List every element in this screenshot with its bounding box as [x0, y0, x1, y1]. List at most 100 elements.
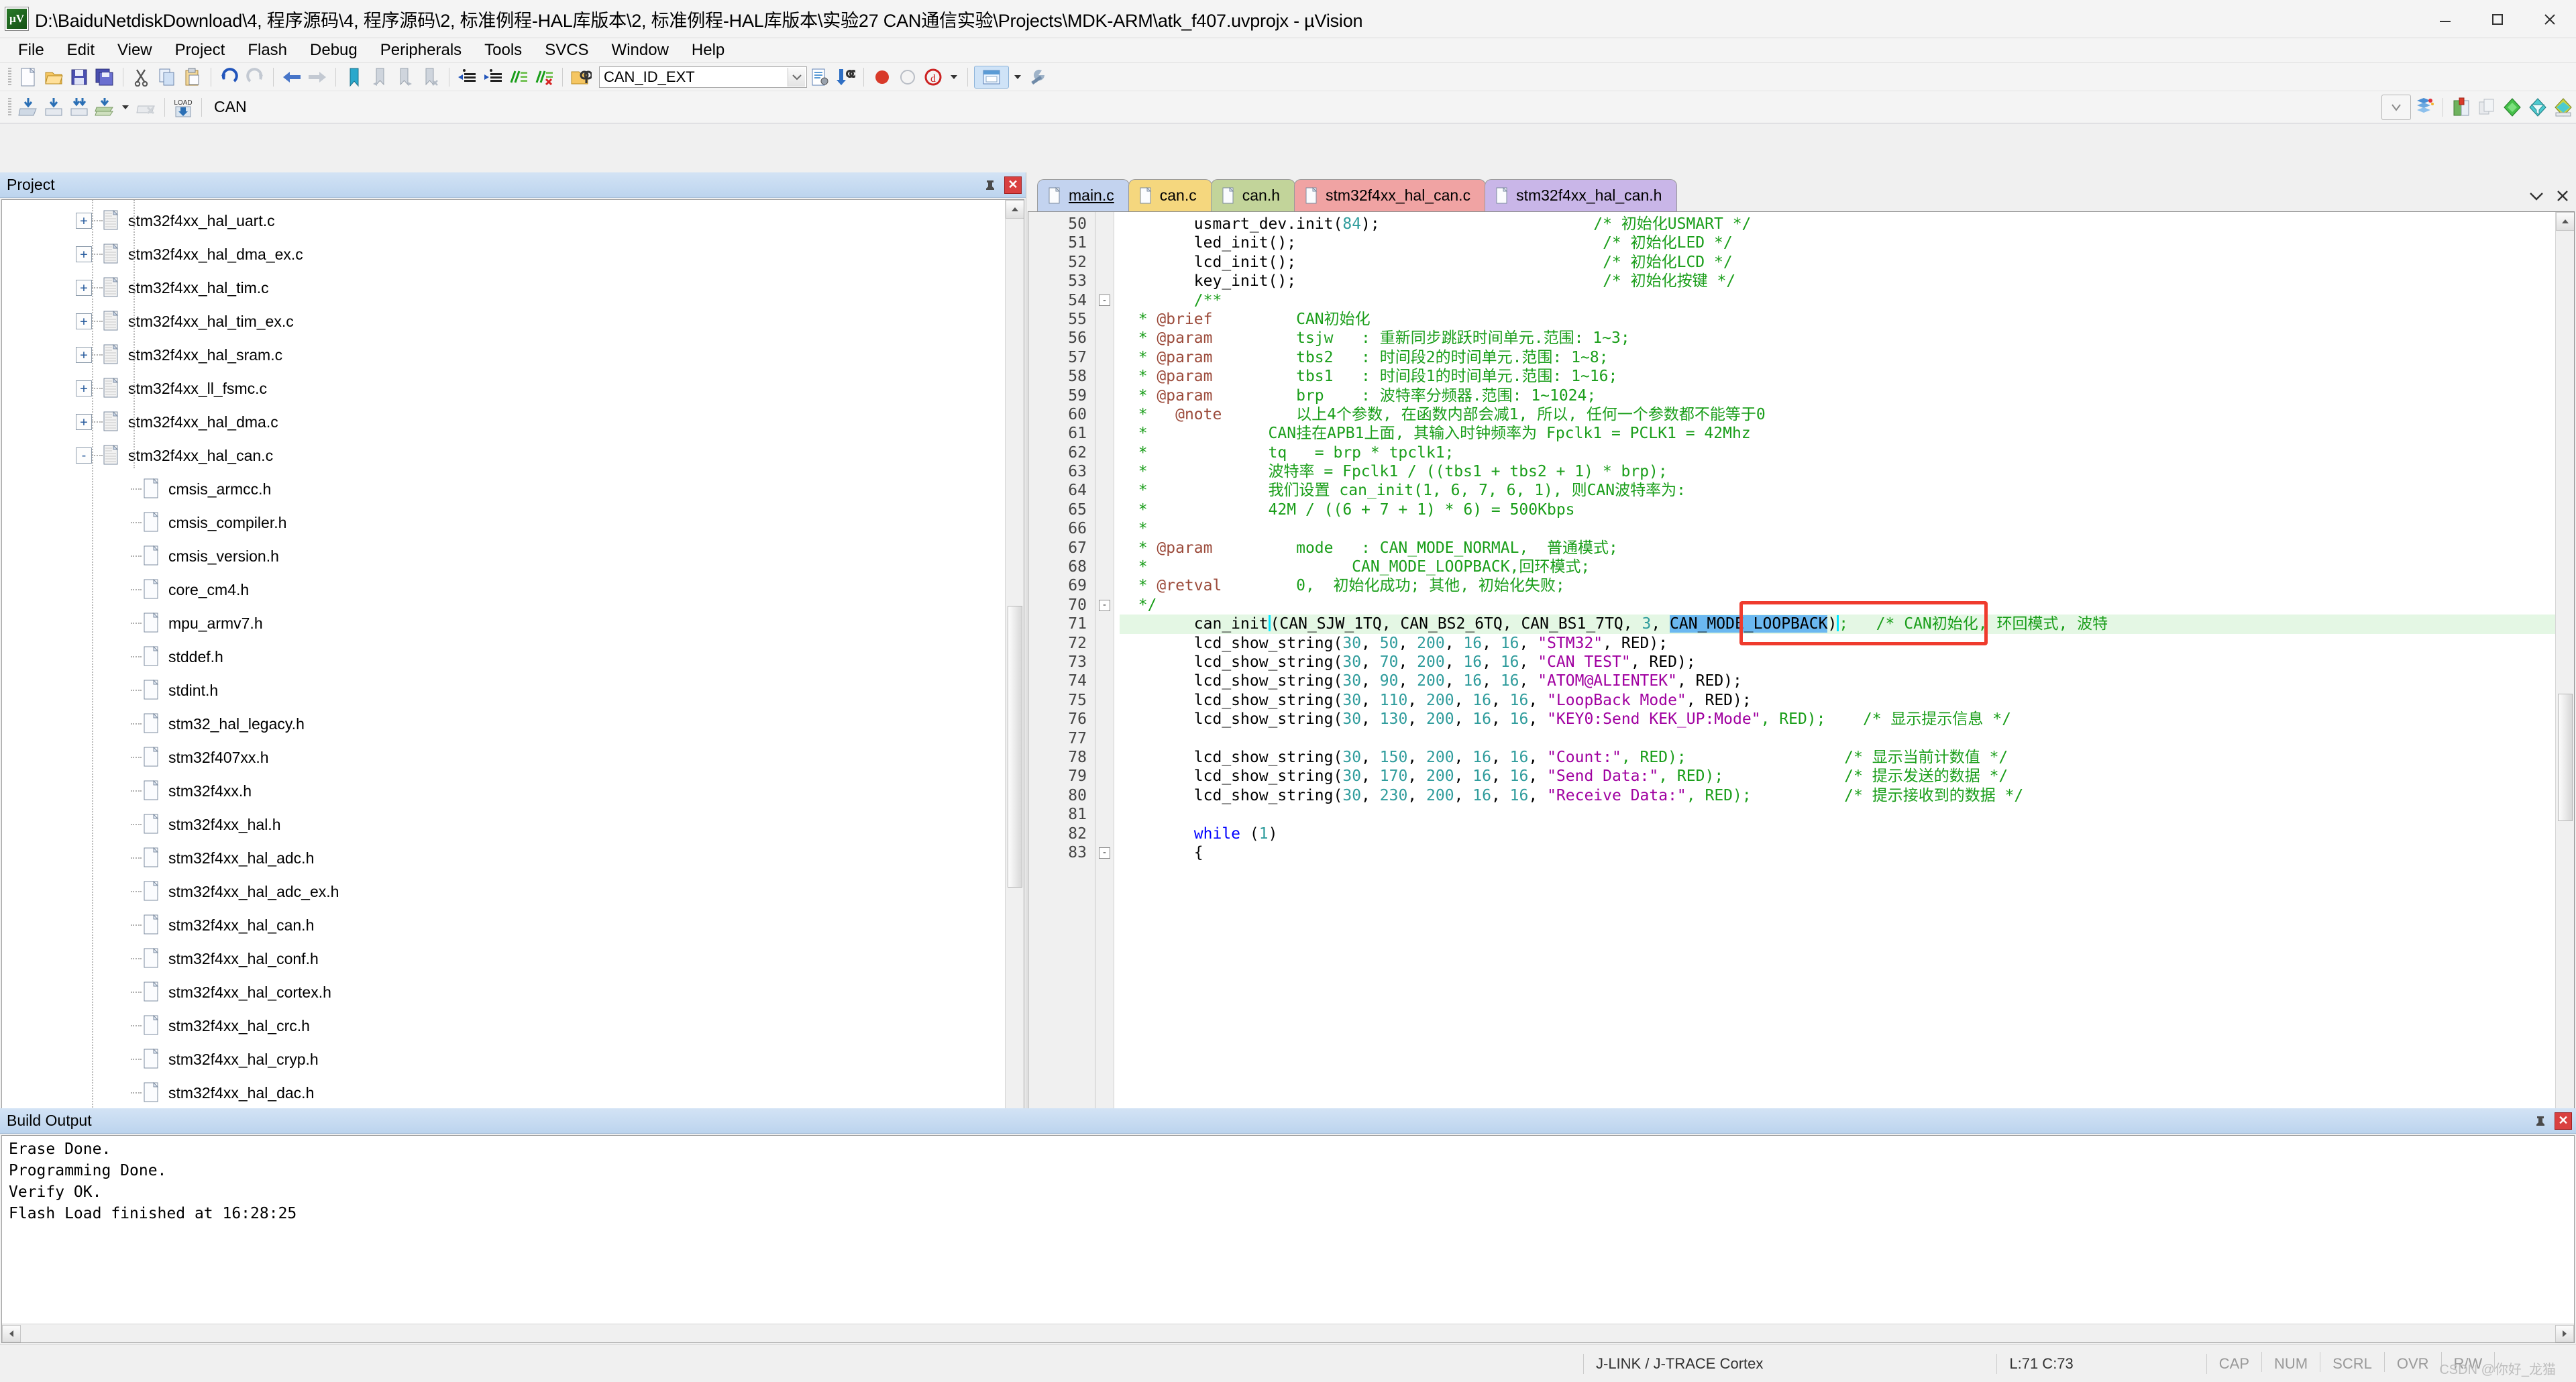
editor-tab-main-c[interactable]: main.c	[1037, 179, 1130, 211]
bookmark-toggle-icon[interactable]	[342, 66, 366, 89]
code-line[interactable]: * 42M / ((6 + 7 + 1) * 6) = 500Kbps	[1120, 500, 2555, 519]
scrollbar-thumb[interactable]	[1008, 606, 1022, 888]
tree-item[interactable]: +stm32f4xx_hal_tim_ex.c	[2, 305, 1005, 338]
options-dropdown-icon[interactable]	[1010, 66, 1025, 89]
scroll-up-icon[interactable]	[2556, 212, 2575, 231]
code-line[interactable]: lcd_show_string(30, 150, 200, 16, 16, "C…	[1120, 748, 2555, 767]
target-dropdown-icon[interactable]	[2381, 95, 2411, 120]
navigate-back-icon[interactable]	[280, 66, 304, 89]
menu-item-view[interactable]: View	[106, 40, 164, 61]
code-line[interactable]: * @note 以上4个参数, 在函数内部会减1, 所以, 任何一个参数都不能等…	[1120, 405, 2555, 424]
tree-item[interactable]: -stm32f4xx_hal_can.c	[2, 439, 1005, 472]
menu-item-project[interactable]: Project	[164, 40, 237, 61]
code-line[interactable]: can_init(CAN_SJW_1TQ, CAN_BS2_6TQ, CAN_B…	[1120, 615, 2555, 633]
tree-item[interactable]: +stm32f4xx_hal_tim.c	[2, 271, 1005, 305]
menu-item-file[interactable]: File	[7, 40, 56, 61]
expand-icon[interactable]: +	[76, 246, 92, 262]
rebuild-icon[interactable]	[67, 96, 91, 119]
fold-marker[interactable]: -	[1095, 596, 1114, 615]
code-line[interactable]: /**	[1120, 291, 2555, 310]
tree-item[interactable]: cmsis_version.h	[2, 539, 1005, 573]
tree-item[interactable]: cmsis_compiler.h	[2, 506, 1005, 539]
chevron-down-icon[interactable]	[2529, 191, 2544, 204]
tree-item[interactable]: +stm32f4xx_hal_sram.c	[2, 338, 1005, 372]
find-in-files-icon[interactable]	[569, 66, 593, 89]
fold-marker[interactable]: -	[1095, 843, 1114, 862]
code-line[interactable]: lcd_show_string(30, 90, 200, 16, 16, "AT…	[1120, 672, 2555, 690]
code-line[interactable]: * 波特率 = Fpclk1 / ((tbs1 + tbs2 + 1) * br…	[1120, 462, 2555, 481]
tree-item[interactable]: +stm32f4xx_hal_dma.c	[2, 405, 1005, 439]
menu-item-edit[interactable]: Edit	[56, 40, 106, 61]
tree-item[interactable]: stm32f4xx_hal_dac.h	[2, 1076, 1005, 1110]
tree-item[interactable]: +stm32f4xx_hal_uart.c	[2, 204, 1005, 237]
translate-icon[interactable]	[16, 96, 40, 119]
tree-item[interactable]: stddef.h	[2, 640, 1005, 674]
pack-installer-icon[interactable]	[2449, 96, 2473, 119]
code-line[interactable]	[1120, 805, 2555, 824]
tree-item[interactable]: stdint.h	[2, 674, 1005, 707]
tree-item[interactable]: +stm32f4xx_hal_dma_ex.c	[2, 237, 1005, 271]
indent-icon[interactable]	[455, 66, 480, 89]
tree-item[interactable]: stm32f4xx_hal_adc_ex.h	[2, 875, 1005, 908]
code-line[interactable]: * @param tsjw : 重新同步跳跃时间单元.范围: 1~3;	[1120, 329, 2555, 348]
cut-icon[interactable]	[129, 66, 154, 89]
scroll-up-icon[interactable]	[1006, 200, 1024, 219]
scroll-right-icon[interactable]	[2555, 1325, 2574, 1342]
debug-dropdown-icon[interactable]	[947, 66, 961, 89]
uncomment-icon[interactable]	[532, 66, 556, 89]
menu-item-flash[interactable]: Flash	[236, 40, 299, 61]
bookmark-clear-icon[interactable]	[419, 66, 443, 89]
code-line[interactable]: lcd_show_string(30, 230, 200, 16, 16, "R…	[1120, 786, 2555, 805]
paste-icon[interactable]	[180, 66, 205, 89]
editor-tab-can-h[interactable]: can.h	[1211, 179, 1295, 211]
build-icon[interactable]	[42, 96, 66, 119]
minimize-button[interactable]	[2419, 0, 2471, 38]
collapse-icon[interactable]: -	[1099, 847, 1110, 859]
collapse-icon[interactable]: -	[76, 447, 92, 464]
code-line[interactable]	[1120, 729, 2555, 748]
code-line[interactable]: lcd_show_string(30, 170, 200, 16, 16, "S…	[1120, 767, 2555, 786]
expand-icon[interactable]: +	[76, 414, 92, 430]
build-output-body[interactable]: Erase Done.Programming Done.Verify OK.Fl…	[1, 1135, 2575, 1343]
code-line[interactable]: {	[1120, 843, 2555, 862]
expand-icon[interactable]: +	[76, 213, 92, 229]
code-line[interactable]: * 我们设置 can_init(1, 6, 7, 6, 1), 则CAN波特率为…	[1120, 481, 2555, 500]
tree-item[interactable]: cmsis_armcc.h	[2, 472, 1005, 506]
pack-manage-icon[interactable]	[2551, 96, 2575, 119]
code-line[interactable]: key_init(); /* 初始化按键 */	[1120, 272, 2555, 290]
configure-icon[interactable]	[1026, 66, 1051, 89]
options-target-icon[interactable]	[974, 66, 1009, 89]
close-icon[interactable]	[2556, 189, 2569, 206]
tree-item[interactable]: stm32f4xx_hal_adc.h	[2, 841, 1005, 875]
scrollbar-thumb[interactable]	[2558, 694, 2573, 821]
save-all-icon[interactable]	[93, 66, 117, 89]
tree-item[interactable]: stm32f4xx_hal_cortex.h	[2, 975, 1005, 1009]
tree-item[interactable]: +stm32f4xx_ll_fsmc.c	[2, 372, 1005, 405]
configure-flash-icon[interactable]	[2500, 96, 2524, 119]
batch-build-icon[interactable]	[93, 96, 117, 119]
code-line[interactable]: * CAN_MODE_LOOPBACK,回环模式;	[1120, 557, 2555, 576]
code-line[interactable]: * @param tbs2 : 时间段2的时间单元.范围: 1~8;	[1120, 348, 2555, 367]
copy-icon[interactable]	[155, 66, 179, 89]
collapse-icon[interactable]: -	[1099, 295, 1110, 306]
chevron-down-icon[interactable]	[788, 68, 805, 87]
toolbar-grip[interactable]	[8, 98, 11, 117]
menu-item-debug[interactable]: Debug	[299, 40, 369, 61]
editor-tab-can-c[interactable]: can.c	[1128, 179, 1212, 211]
new-file-icon[interactable]	[16, 66, 40, 89]
stop-build-icon[interactable]	[134, 96, 158, 119]
tree-item[interactable]: stm32f4xx.h	[2, 774, 1005, 808]
outdent-icon[interactable]	[481, 66, 505, 89]
tree-item[interactable]: stm32f407xx.h	[2, 741, 1005, 774]
maximize-button[interactable]	[2471, 0, 2524, 38]
close-icon[interactable]: ✕	[1004, 176, 1022, 194]
tree-item[interactable]: stm32f4xx_hal_conf.h	[2, 942, 1005, 975]
menu-item-tools[interactable]: Tools	[473, 40, 533, 61]
editor-tab-stm32f4xx_hal_can-h[interactable]: stm32f4xx_hal_can.h	[1485, 179, 1677, 211]
stop-build-icon[interactable]	[870, 66, 894, 89]
insert-bookmark-icon[interactable]	[896, 66, 920, 89]
tree-item[interactable]: stm32f4xx_hal_crc.h	[2, 1009, 1005, 1043]
undo-icon[interactable]	[217, 66, 241, 89]
tree-item[interactable]: stm32_hal_legacy.h	[2, 707, 1005, 741]
code-line[interactable]: lcd_show_string(30, 70, 200, 16, 16, "CA…	[1120, 653, 2555, 672]
